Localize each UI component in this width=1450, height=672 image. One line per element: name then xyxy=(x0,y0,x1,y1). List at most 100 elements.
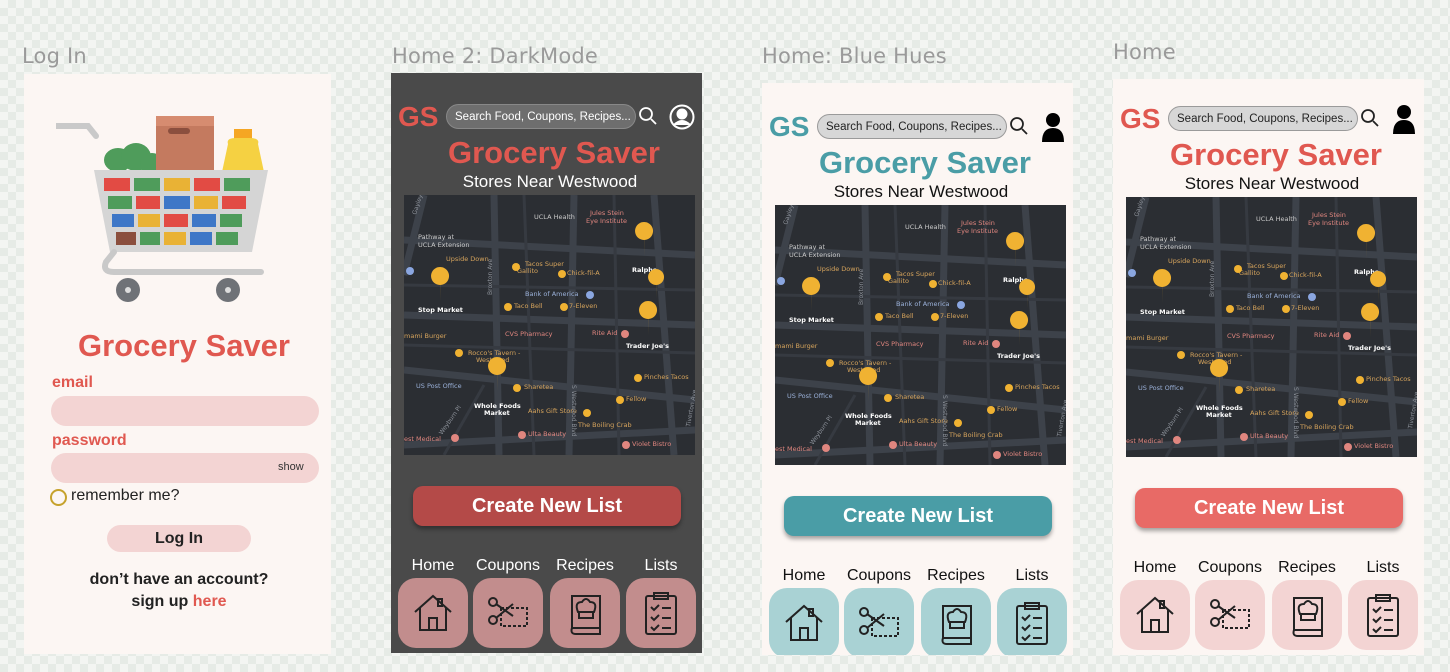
svg-text:Aahs Gift Store: Aahs Gift Store xyxy=(528,407,577,415)
nav-lists-button[interactable] xyxy=(626,578,696,648)
search-input[interactable]: Search Food, Coupons, Recipes... xyxy=(446,104,636,129)
svg-text:Sharetea: Sharetea xyxy=(895,393,924,401)
nav-coupons-button[interactable] xyxy=(473,578,543,648)
password-label: password xyxy=(52,432,127,449)
clipboard-list-icon xyxy=(1360,592,1406,638)
scissors-coupon-icon xyxy=(485,590,531,636)
logo-gs[interactable]: GS xyxy=(769,111,809,143)
logo-gs[interactable]: GS xyxy=(398,101,438,133)
home-blue-screen: GS Search Food, Coupons, Recipes... Grocer… xyxy=(762,83,1073,655)
store-map-svg: UCLA Health Jules SteinEye Institute Pat… xyxy=(404,195,695,455)
signup-link[interactable]: here xyxy=(193,593,227,610)
svg-text:Pinches Tacos: Pinches Tacos xyxy=(1015,383,1060,391)
nav-recipes-button[interactable] xyxy=(550,578,620,648)
svg-text:est Medical: est Medical xyxy=(775,445,812,453)
nav-home-button[interactable] xyxy=(398,578,468,648)
svg-text:UCLA Extension: UCLA Extension xyxy=(1140,243,1192,251)
svg-text:mami Burger: mami Burger xyxy=(775,342,818,350)
home-screen: GS Search Food, Coupons, Recipes... Grocer… xyxy=(1113,79,1424,655)
svg-text:Fellow: Fellow xyxy=(997,405,1018,413)
svg-text:est Medical: est Medical xyxy=(404,435,441,443)
nav-coupons-button[interactable] xyxy=(1195,580,1265,650)
svg-text:Aahs Gift Store: Aahs Gift Store xyxy=(1250,409,1299,417)
search-icon[interactable] xyxy=(1009,116,1029,136)
show-password-toggle[interactable]: show xyxy=(278,461,304,473)
user-profile-icon[interactable] xyxy=(669,104,695,130)
clipboard-list-icon xyxy=(1009,600,1055,646)
svg-text:Fellow: Fellow xyxy=(626,395,647,403)
login-button[interactable]: Log In xyxy=(107,525,251,552)
svg-text:UCLA Extension: UCLA Extension xyxy=(418,241,470,249)
frame-label-login: Log In xyxy=(22,44,87,68)
svg-text:Stop Market: Stop Market xyxy=(1140,308,1185,316)
logo-gs[interactable]: GS xyxy=(1120,103,1160,135)
svg-text:Upside Down: Upside Down xyxy=(446,255,489,263)
create-new-list-button[interactable]: Create New List xyxy=(1135,488,1403,528)
svg-text:Pinches Tacos: Pinches Tacos xyxy=(1366,375,1411,383)
svg-text:The Boiling Crab: The Boiling Crab xyxy=(948,431,1003,439)
nav-label-coupons: Coupons xyxy=(475,557,541,574)
remember-me-radio[interactable] xyxy=(50,489,67,506)
nav-lists-button[interactable] xyxy=(1348,580,1418,650)
svg-text:Rite Aid: Rite Aid xyxy=(1314,331,1339,339)
svg-text:Taco Bell: Taco Bell xyxy=(513,302,543,310)
search-icon[interactable] xyxy=(1360,108,1380,128)
user-profile-icon[interactable] xyxy=(1041,112,1065,142)
nav-lists-button[interactable] xyxy=(997,588,1067,655)
nav-label-recipes: Recipes xyxy=(1278,559,1336,576)
svg-text:UCLA Health: UCLA Health xyxy=(534,213,575,221)
svg-text:UCLA Extension: UCLA Extension xyxy=(789,251,841,259)
svg-text:Chick-fil-A: Chick-fil-A xyxy=(567,269,600,277)
search-input[interactable]: Search Food, Coupons, Recipes... xyxy=(817,114,1007,139)
search-input[interactable]: Search Food, Coupons, Recipes... xyxy=(1168,106,1358,131)
svg-text:Upside Down: Upside Down xyxy=(1168,257,1211,265)
store-map[interactable]: UCLA Health Jules Stein Eye Institute Pat… xyxy=(404,195,695,455)
svg-text:Sharetea: Sharetea xyxy=(524,383,553,391)
store-map[interactable]: UCLA Health Jules Stein Eye Institute Pat… xyxy=(775,205,1066,465)
nav-label-home: Home xyxy=(1133,559,1177,576)
svg-text:Eye Institute: Eye Institute xyxy=(586,217,627,225)
nav-recipes-button[interactable] xyxy=(1272,580,1342,650)
nav-label-home: Home xyxy=(411,557,455,574)
svg-text:Aahs Gift Store: Aahs Gift Store xyxy=(899,417,948,425)
svg-text:Broxton Ave: Broxton Ave xyxy=(858,268,865,305)
nav-coupons-button[interactable] xyxy=(844,588,914,655)
svg-text:est Medical: est Medical xyxy=(1126,437,1163,445)
frame-label-dark: Home 2: DarkMode xyxy=(392,44,599,68)
create-new-list-button[interactable]: Create New List xyxy=(784,496,1052,536)
store-map[interactable]: UCLA Health Jules Stein Eye Institute Pat… xyxy=(1126,197,1417,457)
store-map-svg: UCLA Health Jules SteinEye Institute Pat… xyxy=(1126,197,1417,457)
svg-text:Bank of America: Bank of America xyxy=(525,290,579,298)
svg-text:Bank of America: Bank of America xyxy=(896,300,950,308)
svg-text:Pinches Tacos: Pinches Tacos xyxy=(644,373,689,381)
nav-home-button[interactable] xyxy=(769,588,839,655)
email-field[interactable] xyxy=(51,396,319,426)
remember-me-label: remember me? xyxy=(71,487,180,504)
nav-home-button[interactable] xyxy=(1120,580,1190,650)
svg-text:7-Eleven: 7-Eleven xyxy=(569,302,597,310)
nav-recipes-button[interactable] xyxy=(921,588,991,655)
svg-text:CVS Pharmacy: CVS Pharmacy xyxy=(1227,332,1275,340)
svg-text:Upside Down: Upside Down xyxy=(817,265,860,273)
svg-text:Jules Stein: Jules Stein xyxy=(589,209,624,217)
svg-text:UCLA Health: UCLA Health xyxy=(1256,215,1297,223)
svg-text:Pathway at: Pathway at xyxy=(1140,235,1176,243)
search-icon[interactable] xyxy=(638,106,658,126)
create-new-list-button[interactable]: Create New List xyxy=(413,486,681,526)
svg-text:mami Burger: mami Burger xyxy=(404,332,447,340)
nav-label-home: Home xyxy=(782,567,826,584)
svg-text:Jules Stein: Jules Stein xyxy=(960,219,995,227)
chef-book-icon xyxy=(562,590,608,636)
svg-text:Trader Joe's: Trader Joe's xyxy=(626,342,669,350)
login-screen: Grocery Saver email password show rememb… xyxy=(24,74,331,654)
user-profile-icon[interactable] xyxy=(1392,104,1416,134)
chef-book-icon xyxy=(1284,592,1330,638)
svg-text:US Post Office: US Post Office xyxy=(787,392,833,400)
stores-near-subtitle: Stores Near Westwood xyxy=(1184,174,1360,193)
stores-near-subtitle: Stores Near Westwood xyxy=(462,172,638,191)
svg-text:S Westwood Blvd: S Westwood Blvd xyxy=(941,395,948,447)
stores-near-subtitle: Stores Near Westwood xyxy=(833,182,1009,201)
home-dark-screen: GS Search Food, Coupons, Recipes... Grocer… xyxy=(391,73,702,653)
chef-book-icon xyxy=(933,600,979,646)
app-title: Grocery Saver xyxy=(78,328,290,363)
